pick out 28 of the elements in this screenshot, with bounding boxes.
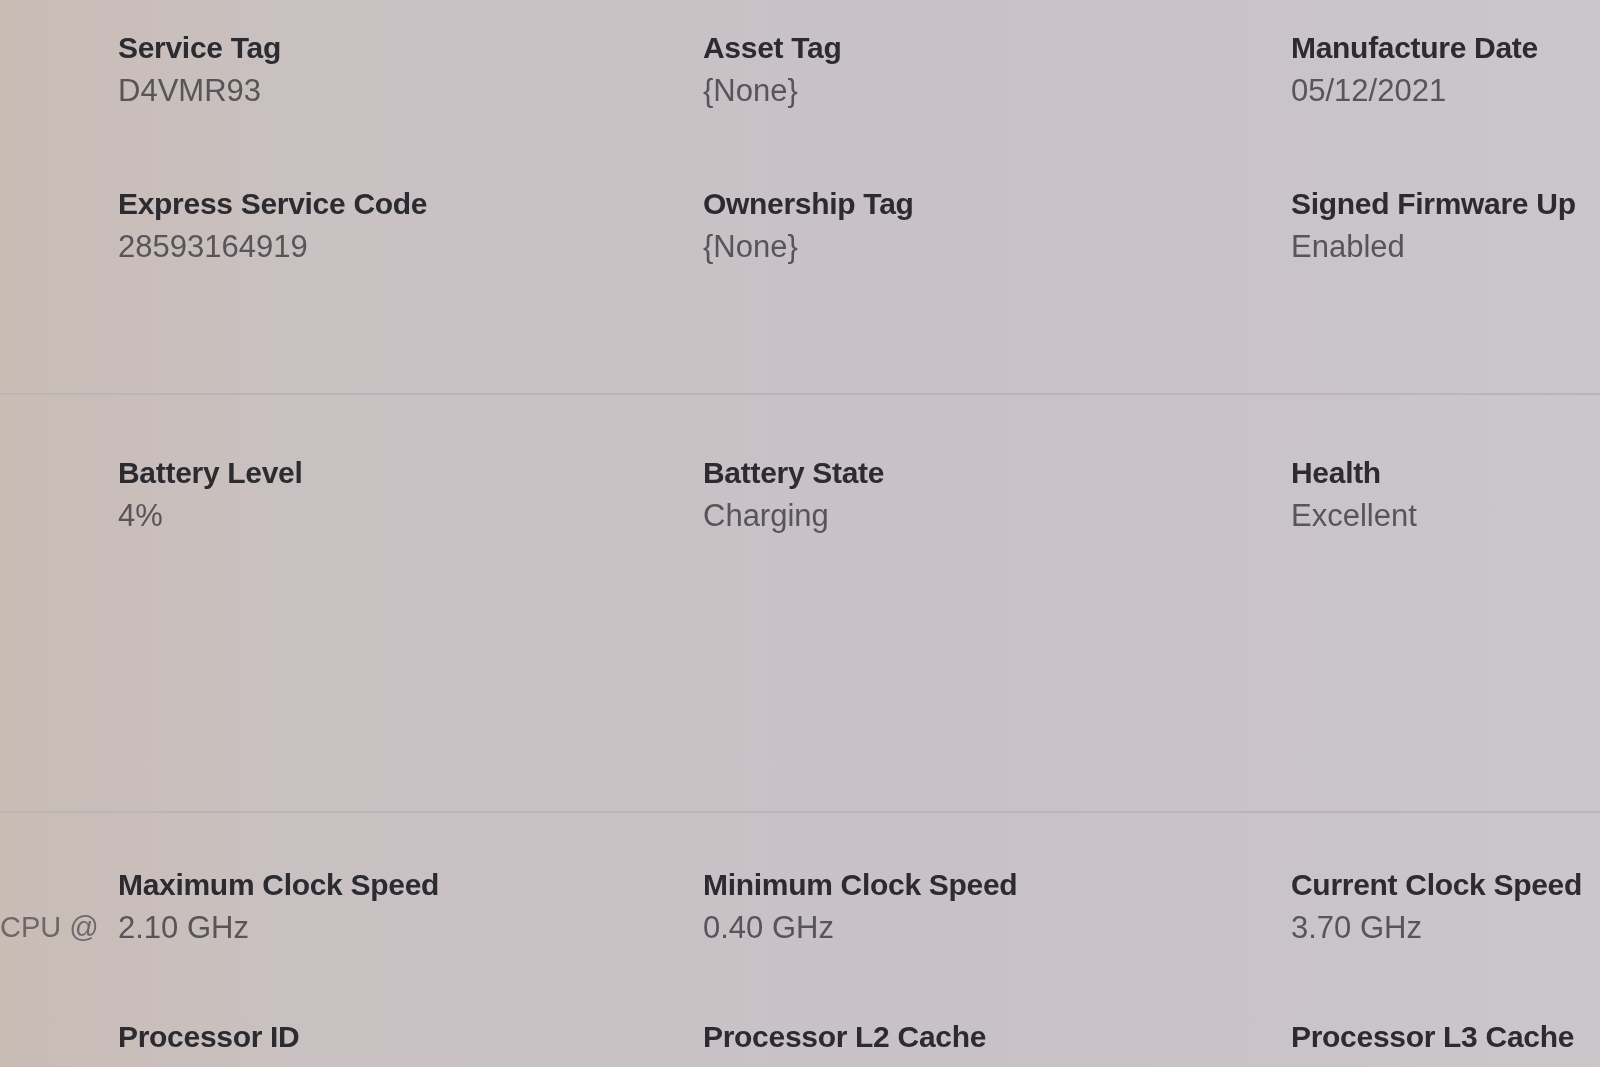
field-value: 0.40 GHz	[703, 909, 834, 947]
field-label: Health	[1291, 455, 1381, 491]
field-value: 28593164919	[118, 228, 308, 266]
field-label: Battery Level	[118, 455, 303, 491]
field-value: 2.10 GHz	[118, 909, 249, 947]
field-value: Enabled	[1291, 228, 1405, 266]
field-value: Excellent	[1291, 497, 1417, 535]
field-value: 05/12/2021	[1291, 72, 1447, 110]
field-label: Battery State	[703, 455, 885, 491]
field-label: Processor ID	[118, 1019, 300, 1055]
field-value: {None}	[703, 228, 798, 266]
field-value: Charging	[703, 497, 829, 535]
field-value: D4VMR93	[118, 72, 261, 110]
field-label: Signed Firmware Up	[1291, 186, 1576, 222]
field-label: Manufacture Date	[1291, 30, 1538, 66]
field-label: Current Clock Speed	[1291, 867, 1583, 903]
field-label: Express Service Code	[118, 186, 428, 222]
field-label: Service Tag	[118, 30, 281, 66]
field-label: Processor L3 Cache	[1291, 1019, 1575, 1055]
field-value: {None}	[703, 72, 798, 110]
field-label: Processor L2 Cache	[703, 1019, 987, 1055]
side-label: CPU @	[0, 910, 99, 945]
field-label: Minimum Clock Speed	[703, 867, 1018, 903]
field-value: 4%	[118, 497, 163, 535]
field-label: Ownership Tag	[703, 186, 914, 222]
field-label: Asset Tag	[703, 30, 842, 66]
field-value: 3.70 GHz	[1291, 909, 1422, 947]
field-label: Maximum Clock Speed	[118, 867, 440, 903]
